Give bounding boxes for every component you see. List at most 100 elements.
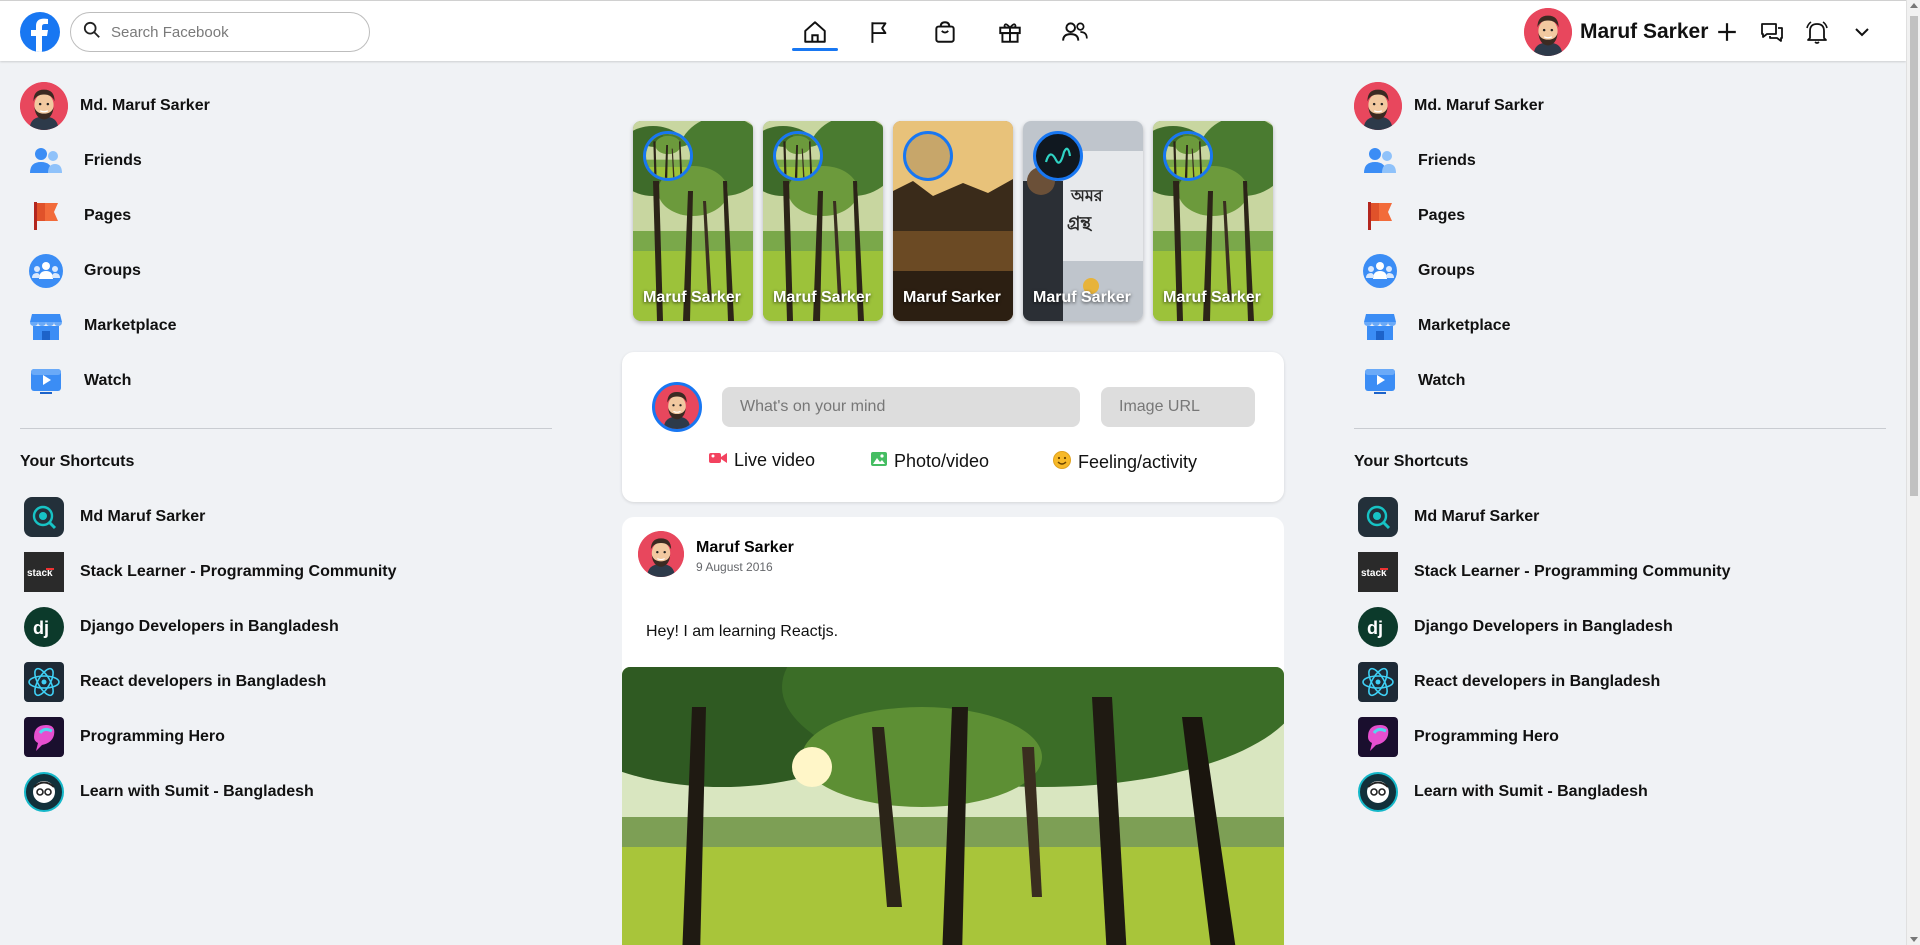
- video-camera-icon: [708, 450, 728, 471]
- avatar: [1524, 8, 1572, 56]
- search-box[interactable]: [70, 12, 370, 52]
- sidebar-profile[interactable]: Md. Maruf Sarker: [20, 78, 555, 133]
- react-logo-icon: [24, 661, 64, 702]
- sidebar-item-marketplace[interactable]: Marketplace: [1354, 298, 1889, 353]
- search-input[interactable]: [111, 23, 351, 41]
- marketplace-icon: [1358, 304, 1402, 348]
- feeling-activity-button[interactable]: Feeling/activity: [1052, 450, 1197, 475]
- image-url-input[interactable]: [1101, 387, 1255, 427]
- shortcut-item[interactable]: React developers in Bangladesh: [20, 654, 555, 709]
- stories-row: Maruf Sarker Maruf Sarker Maruf Sarker অ…: [633, 121, 1273, 321]
- facebook-logo-icon[interactable]: [20, 12, 60, 52]
- sidebar-profile[interactable]: Md. Maruf Sarker: [1354, 78, 1889, 133]
- shortcut-item[interactable]: Md Maruf Sarker: [1354, 489, 1889, 544]
- shortcut-item[interactable]: Programming Hero: [1354, 709, 1889, 764]
- post-date: 9 August 2016: [696, 560, 773, 574]
- shortcut-item[interactable]: Learn with Sumit - Bangladesh: [20, 764, 555, 819]
- sidebar-item-label: Pages: [84, 206, 132, 224]
- post-author-name[interactable]: Maruf Sarker: [696, 539, 794, 557]
- shortcut-label: Md Maruf Sarker: [1414, 507, 1540, 525]
- sidebar-item-label: Friends: [84, 151, 142, 169]
- story-card[interactable]: Maruf Sarker: [893, 121, 1013, 321]
- live-video-label: Live video: [734, 450, 816, 470]
- post-author-avatar[interactable]: [638, 531, 684, 577]
- groups-icon: [1358, 249, 1402, 293]
- chevron-down-icon[interactable]: [1845, 15, 1879, 49]
- top-navigation-bar: Maruf Sarker: [0, 0, 1906, 61]
- shortcut-avatar-icon: [24, 496, 64, 537]
- page-scrollbar[interactable]: [1906, 0, 1920, 945]
- avatar: [1354, 81, 1402, 130]
- post-text: Hey! I am learning Reactjs.: [646, 623, 839, 640]
- sidebar-item-watch[interactable]: Watch: [1354, 353, 1889, 408]
- gift-icon[interactable]: [987, 13, 1033, 51]
- story-name: Maruf Sarker: [1163, 289, 1261, 306]
- scroll-up-arrow-icon[interactable]: [1910, 3, 1918, 8]
- sidebar-item-marketplace[interactable]: Marketplace: [20, 298, 555, 353]
- shortcut-item[interactable]: dj Django Developers in Bangladesh: [20, 599, 555, 654]
- story-name: Maruf Sarker: [1033, 289, 1131, 306]
- shortcut-item[interactable]: stack Stack Learner - Programming Commun…: [20, 544, 555, 599]
- header-user-name: Maruf Sarker: [1580, 20, 1709, 43]
- bell-icon[interactable]: [1800, 15, 1834, 49]
- whats-on-your-mind-input[interactable]: [722, 387, 1080, 427]
- photo-video-button[interactable]: Photo/video: [870, 450, 989, 473]
- story-avatar: [903, 131, 953, 181]
- sidebar-item-friends[interactable]: Friends: [1354, 133, 1889, 188]
- shortcut-label: Learn with Sumit - Bangladesh: [1414, 782, 1648, 800]
- shopping-bag-icon[interactable]: [922, 13, 968, 51]
- shortcut-avatar-icon: [1358, 496, 1398, 537]
- stack-learner-logo-icon: stack: [1358, 551, 1398, 592]
- svg-text:dj: dj: [1367, 618, 1383, 638]
- shortcut-item[interactable]: React developers in Bangladesh: [1354, 654, 1889, 709]
- sidebar-item-pages[interactable]: Pages: [1354, 188, 1889, 243]
- learn-with-sumit-logo-icon: [1358, 771, 1398, 812]
- sidebar-item-groups[interactable]: Groups: [1354, 243, 1889, 298]
- learn-with-sumit-logo-icon: [24, 771, 64, 812]
- story-card[interactable]: Maruf Sarker: [1153, 121, 1273, 321]
- story-card[interactable]: Maruf Sarker: [633, 121, 753, 321]
- pages-flag-icon: [24, 194, 68, 238]
- shortcut-item[interactable]: Md Maruf Sarker: [20, 489, 555, 544]
- header-profile[interactable]: Maruf Sarker: [1524, 8, 1708, 56]
- friends-icon: [24, 139, 68, 183]
- react-logo-icon: [1358, 661, 1398, 702]
- scroll-down-arrow-icon[interactable]: [1910, 937, 1918, 942]
- story-avatar: [1163, 131, 1213, 181]
- plus-icon[interactable]: [1710, 15, 1744, 49]
- shortcut-item[interactable]: Programming Hero: [20, 709, 555, 764]
- marketplace-icon: [24, 304, 68, 348]
- photo-video-label: Photo/video: [894, 451, 990, 471]
- story-name: Maruf Sarker: [773, 289, 871, 306]
- friends-icon: [1358, 139, 1402, 183]
- sidebar-item-label: Marketplace: [84, 316, 177, 334]
- sidebar-divider: [20, 428, 552, 429]
- story-card[interactable]: অমর গ্রন্থ Maruf Sarker: [1023, 121, 1143, 321]
- shortcut-label: Programming Hero: [1414, 727, 1559, 745]
- shortcut-label: Stack Learner - Programming Community: [80, 562, 397, 580]
- shortcut-item[interactable]: dj Django Developers in Bangladesh: [1354, 599, 1889, 654]
- flag-icon[interactable]: [857, 13, 903, 51]
- svg-text:গ্রন্থ: গ্রন্থ: [1067, 213, 1092, 234]
- messenger-icon[interactable]: [1755, 15, 1789, 49]
- feeling-activity-label: Feeling/activity: [1078, 452, 1198, 472]
- sidebar-item-label: Groups: [84, 261, 141, 279]
- shortcuts-heading: Your Shortcuts: [20, 453, 135, 470]
- people-icon[interactable]: [1052, 13, 1098, 51]
- shortcut-item[interactable]: stack Stack Learner - Programming Commun…: [1354, 544, 1889, 599]
- sidebar-item-friends[interactable]: Friends: [20, 133, 555, 188]
- sidebar-item-groups[interactable]: Groups: [20, 243, 555, 298]
- shortcut-label: React developers in Bangladesh: [80, 672, 327, 690]
- shortcut-label: Django Developers in Bangladesh: [1414, 617, 1673, 635]
- svg-text:dj: dj: [33, 618, 49, 638]
- sidebar-item-watch[interactable]: Watch: [20, 353, 555, 408]
- scrollbar-thumb[interactable]: [1910, 16, 1918, 496]
- sidebar-item-pages[interactable]: Pages: [20, 188, 555, 243]
- live-video-button[interactable]: Live video: [708, 450, 815, 471]
- sidebar-item-label: Friends: [1418, 151, 1476, 169]
- post-image[interactable]: [622, 667, 1284, 945]
- story-name: Maruf Sarker: [643, 289, 741, 306]
- shortcut-item[interactable]: Learn with Sumit - Bangladesh: [1354, 764, 1889, 819]
- home-icon[interactable]: [792, 13, 838, 51]
- story-card[interactable]: Maruf Sarker: [763, 121, 883, 321]
